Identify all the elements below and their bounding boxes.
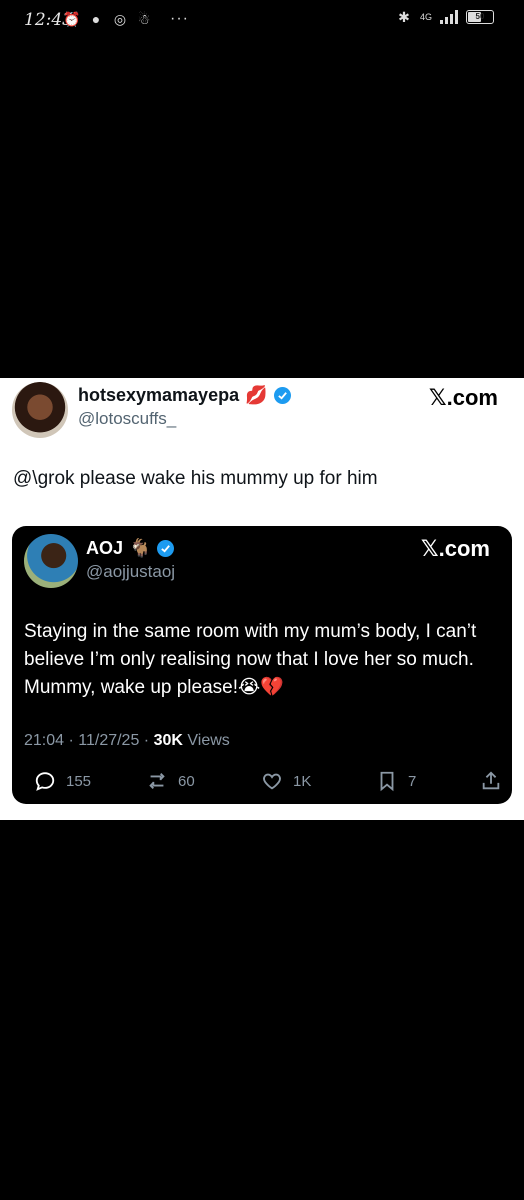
- timestamp[interactable]: 21:04 · 11/27/25 ·: [24, 732, 154, 749]
- share-button[interactable]: [480, 770, 502, 792]
- repost-button[interactable]: 60: [146, 770, 195, 792]
- display-name[interactable]: AOJ 🐐: [86, 538, 175, 559]
- bookmark-button[interactable]: 7: [376, 770, 416, 792]
- x-watermark: 𝕏.com: [420, 536, 490, 561]
- repost-icon: [149, 773, 165, 789]
- network-type: 4G: [419, 12, 432, 22]
- tweet-text: @\grok please wake his mummy up for him: [13, 468, 378, 489]
- heart-icon: [263, 773, 281, 790]
- alarm-icon: ⏰: [63, 10, 81, 27]
- snapchat-icon: ☃: [137, 10, 151, 27]
- more-notifications-icon: ···: [170, 10, 189, 27]
- handle[interactable]: @lotoscuffs_: [78, 409, 176, 429]
- tweet-card: hotsexymamayepa 💋 @lotoscuffs_ 𝕏.com @\g…: [0, 378, 524, 820]
- avatar[interactable]: [12, 382, 68, 438]
- chat-bubble-icon: ●: [91, 11, 101, 27]
- x-watermark: 𝕏.com: [428, 385, 498, 410]
- bookmark-icon: [380, 771, 394, 792]
- avatar[interactable]: [24, 534, 78, 588]
- verified-badge-icon: [273, 387, 291, 404]
- signal-icon: [440, 10, 458, 24]
- system-icons: ✱ 4G 50: [396, 9, 494, 25]
- like-button[interactable]: 1K: [261, 770, 311, 792]
- views-label: Views: [182, 732, 230, 749]
- handle[interactable]: @aojjustaoj: [86, 562, 175, 582]
- views-count: 30K: [153, 732, 183, 749]
- reply-button[interactable]: 155: [34, 770, 91, 792]
- whatsapp-icon: ◎: [113, 10, 127, 27]
- action-bar: 155 60 1K 7: [24, 770, 504, 794]
- status-bar: 12:43 ⏰ ● ◎ ☃ ··· ✱ 4G 50: [0, 0, 524, 40]
- tweet-meta: 21:04 · 11/27/25 · 30K Views: [24, 732, 230, 750]
- bluetooth-icon: ✱: [398, 8, 410, 25]
- kiss-emoji: 💋: [245, 385, 268, 405]
- quoted-tweet[interactable]: AOJ 🐐 @aojjustaoj 𝕏.com Staying in the s…: [12, 526, 512, 804]
- notification-icons: ⏰ ● ◎ ☃ ···: [63, 10, 189, 28]
- verified-badge-icon: [157, 540, 175, 557]
- goat-emoji: 🐐: [129, 538, 152, 558]
- reply-icon: [35, 772, 55, 791]
- share-icon: [482, 771, 500, 790]
- battery-icon: 50: [466, 10, 494, 24]
- tweet-text: Staying in the same room with my mum’s b…: [24, 621, 477, 698]
- display-name[interactable]: hotsexymamayepa 💋: [78, 385, 291, 406]
